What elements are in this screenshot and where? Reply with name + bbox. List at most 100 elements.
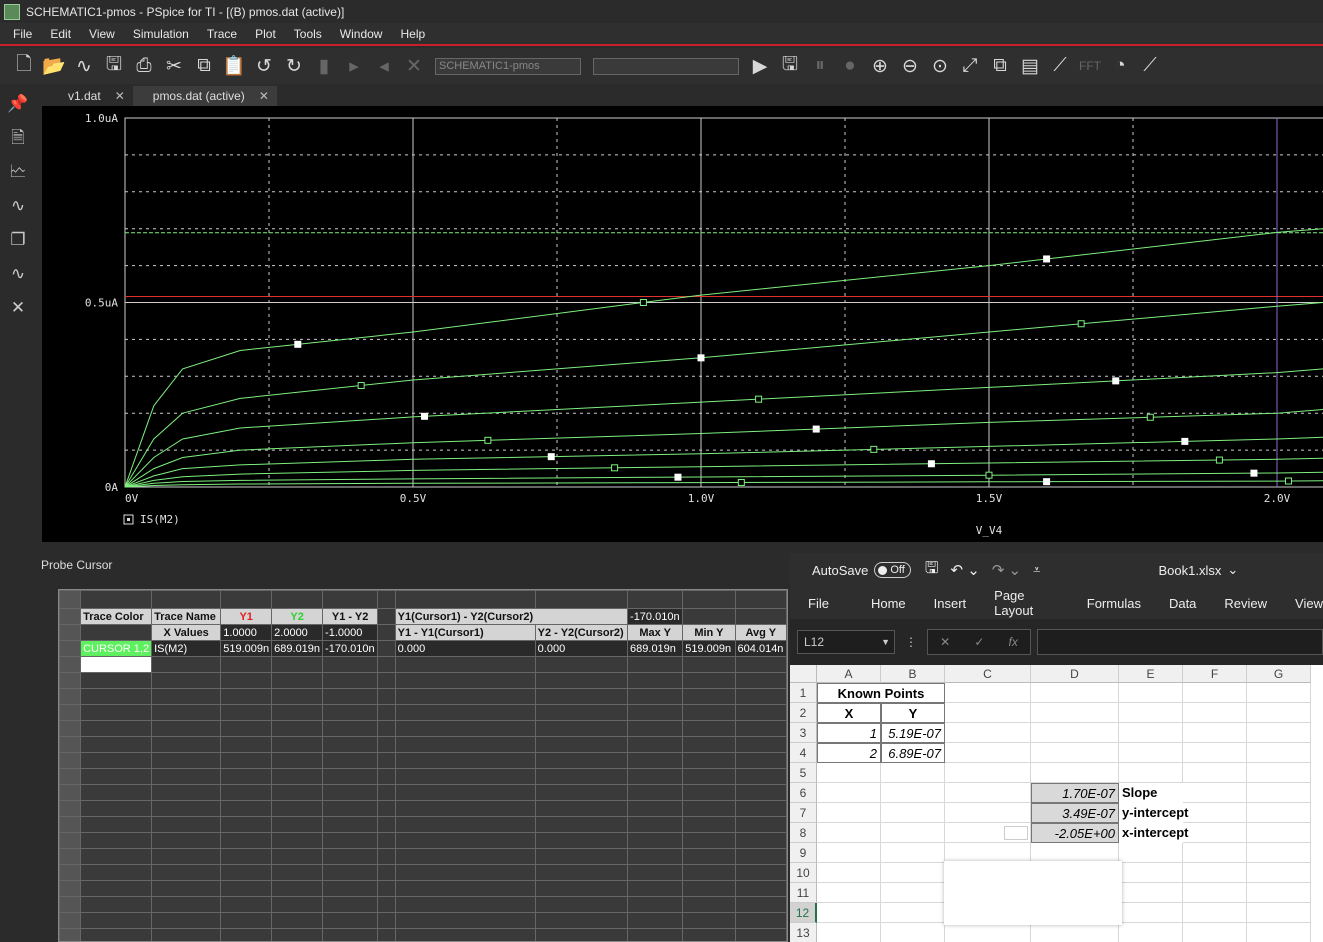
table-cell[interactable]	[59, 880, 82, 897]
table-cell[interactable]	[80, 912, 153, 929]
table-cell[interactable]	[151, 672, 222, 689]
table-cell[interactable]	[322, 896, 379, 913]
table-cell[interactable]	[394, 912, 536, 929]
sheet-cell[interactable]	[881, 763, 945, 783]
table-cell[interactable]	[682, 896, 736, 913]
table-cell[interactable]	[322, 752, 379, 769]
table-cell[interactable]: 2.0000	[271, 624, 324, 641]
table-cell[interactable]	[80, 624, 153, 641]
sheet-cell[interactable]	[945, 723, 1031, 743]
table-cell[interactable]	[534, 704, 629, 721]
table-cell[interactable]	[271, 880, 324, 897]
table-cell[interactable]	[377, 590, 396, 609]
menu-trace[interactable]: Trace	[202, 27, 242, 41]
zoom-area-icon[interactable]: ⤢	[956, 52, 984, 80]
sheet-cell[interactable]	[1119, 843, 1183, 863]
sheet-cell[interactable]	[1031, 923, 1119, 942]
column-header-g[interactable]: G	[1247, 665, 1311, 683]
table-cell[interactable]	[534, 928, 629, 941]
copy-plot-icon[interactable]: ⧉	[986, 52, 1014, 80]
table-cell[interactable]	[59, 928, 82, 941]
table-cell[interactable]	[59, 784, 82, 801]
sheet-cell[interactable]	[1247, 703, 1311, 723]
table-cell[interactable]	[682, 768, 736, 785]
table-cell[interactable]	[271, 832, 324, 849]
table-cell[interactable]	[377, 816, 396, 833]
table-cell[interactable]	[682, 912, 736, 929]
table-cell[interactable]	[59, 704, 82, 721]
table-cell[interactable]	[80, 720, 153, 737]
table-cell[interactable]	[151, 880, 222, 897]
row-header-10[interactable]: 10	[790, 863, 817, 883]
waveform-icon[interactable]: ∿	[70, 52, 98, 80]
table-cell[interactable]	[151, 656, 222, 673]
sheet-cell[interactable]	[1183, 903, 1247, 923]
waveform-doc-icon[interactable]: 🗠	[4, 158, 32, 186]
name-box[interactable]: L12 ▼	[797, 630, 895, 654]
table-cell[interactable]	[322, 880, 379, 897]
sheet-cell[interactable]	[945, 923, 1031, 942]
new-file-icon[interactable]: 🗋	[10, 52, 38, 80]
paste-icon[interactable]: 📋	[220, 52, 248, 80]
table-cell[interactable]	[394, 656, 536, 673]
table-cell[interactable]	[322, 704, 379, 721]
sheet-cell[interactable]	[881, 923, 945, 942]
row-header-1[interactable]: 1	[790, 683, 817, 703]
marker2-icon[interactable]: ◂	[370, 52, 398, 80]
tab-v1[interactable]: v1.dat ✕	[38, 86, 133, 106]
sheet-cell[interactable]	[881, 823, 945, 843]
table-cell[interactable]	[151, 896, 222, 913]
column-header-d[interactable]: D	[1031, 665, 1119, 683]
table-cell[interactable]	[734, 590, 787, 609]
sheet-cell[interactable]	[1119, 903, 1183, 923]
table-cell[interactable]	[682, 720, 736, 737]
table-cell[interactable]	[734, 800, 787, 817]
table-cell[interactable]	[534, 912, 629, 929]
table-cell[interactable]	[534, 768, 629, 785]
sheet-cell[interactable]	[1119, 703, 1183, 723]
table-cell[interactable]	[59, 800, 82, 817]
table-cell[interactable]	[59, 752, 82, 769]
table-cell[interactable]	[271, 656, 324, 673]
cell-e8[interactable]: x-intercept	[1119, 823, 1188, 843]
table-cell[interactable]	[322, 720, 379, 737]
table-cell[interactable]	[220, 672, 273, 689]
print-icon[interactable]: ⎙	[130, 52, 158, 80]
table-cell[interactable]	[682, 784, 736, 801]
table-cell[interactable]	[682, 928, 736, 941]
column-header-f[interactable]: F	[1183, 665, 1247, 683]
table-cell[interactable]	[271, 864, 324, 881]
table-cell[interactable]	[627, 928, 684, 941]
table-cell[interactable]	[534, 590, 629, 609]
table-cell[interactable]: IS(M2)	[151, 640, 222, 657]
table-cell[interactable]: Y1 - Y1(Cursor1)	[394, 624, 536, 641]
table-cell[interactable]	[394, 864, 536, 881]
cell-d6[interactable]: 1.70E-07	[1031, 783, 1119, 803]
cut-icon[interactable]: ✂	[160, 52, 188, 80]
table-cell[interactable]	[377, 624, 396, 641]
sheet-cell[interactable]	[1183, 723, 1247, 743]
row-header-6[interactable]: 6	[790, 783, 817, 803]
table-cell[interactable]	[59, 848, 82, 865]
column-header-b[interactable]: B	[881, 665, 945, 683]
table-cell[interactable]	[271, 720, 324, 737]
sheet-cell[interactable]	[1247, 803, 1311, 823]
performance-icon[interactable]: ◔	[1106, 52, 1134, 80]
table-cell[interactable]	[627, 752, 684, 769]
cell-e7[interactable]: y-intercept	[1119, 803, 1188, 823]
table-cell[interactable]: Y2	[271, 608, 324, 625]
table-cell[interactable]	[80, 736, 153, 753]
table-cell[interactable]	[80, 752, 153, 769]
sheet-cell[interactable]	[1247, 743, 1311, 763]
table-cell[interactable]	[534, 896, 629, 913]
close-icon[interactable]: ✕	[115, 89, 125, 103]
table-cell[interactable]	[322, 688, 379, 705]
table-cell[interactable]	[220, 832, 273, 849]
table-cell[interactable]	[682, 752, 736, 769]
table-cell[interactable]: Y1 - Y2	[322, 608, 379, 625]
table-cell[interactable]	[80, 656, 153, 673]
table-cell[interactable]	[734, 752, 787, 769]
table-cell[interactable]	[734, 704, 787, 721]
table-cell[interactable]	[534, 864, 629, 881]
sheet-cell[interactable]	[1247, 823, 1311, 843]
